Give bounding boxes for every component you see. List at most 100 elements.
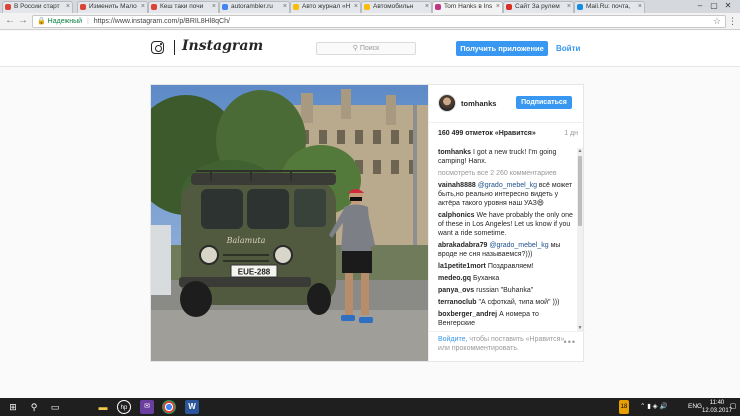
photo-scene: EUE-288 Balamuta [151,85,428,361]
tab-favicon-icon [364,4,370,10]
login-prompt-link[interactable]: Войдите, [438,336,467,343]
comment-username[interactable]: medeo.gq [438,275,471,282]
caption: tomhanks I got a new truck! I'm going ca… [438,148,576,166]
browser-menu-icon[interactable]: ⋮ [728,16,737,26]
search-icon: ⚲ [352,45,358,52]
get-app-button[interactable]: Получить приложение [456,41,548,56]
browser-tab[interactable]: Изменить Мало × [77,1,148,13]
comment: medeo.gq Буханка [438,274,576,283]
caption-username[interactable]: tomhanks [438,149,471,156]
windows-start-icon[interactable]: ⊞ [6,400,20,414]
comment-username[interactable]: panya_ovs [438,287,474,294]
comment: vainah8888 @grado_mebel_kg всё может быт… [438,181,576,208]
back-icon[interactable]: ← [5,15,15,27]
tab-label: Автомобильн [373,3,414,10]
likes-count[interactable]: 160 499 отметок «Нравится» [438,130,536,137]
maximize-icon[interactable]: ▢ [708,0,720,11]
tab-close-icon[interactable]: × [283,2,287,12]
comments-scrollbar[interactable]: ▲ ▼ [577,148,583,331]
tab-label: Mail.Ru: почта, [586,3,631,10]
app-icon[interactable]: ✉ [140,400,154,414]
van-script-text: Balamuta [226,236,266,245]
tab-close-icon[interactable]: × [425,2,429,12]
tab-close-icon[interactable]: × [141,2,145,12]
search-placeholder: Поиск [359,45,380,52]
comment: terranoclub "А сфоткай, типа мой" ))) [438,298,576,307]
instagram-camera-icon[interactable] [151,41,164,54]
action-center-icon[interactable]: ▢ [728,400,738,414]
comment-text: "А сфоткай, типа мой" ))) [478,299,560,306]
post-author-header: tomhanks Подписаться [429,85,585,123]
tab-label: В России старт [14,3,60,10]
comment: abrakadabra79 @grado_mebel_kg мы вроде н… [438,241,576,259]
scrollbar-thumb[interactable] [578,156,582,226]
chrome-icon[interactable] [162,400,176,414]
browser-tab[interactable]: Сайт За рулем × [503,1,574,13]
comments-list[interactable]: tomhanks I got a new truck! I'm going ca… [438,148,576,331]
comment-username[interactable]: terranoclub [438,299,477,306]
post-card: EUE-288 Balamuta tomhanks Подписаться 16… [150,84,585,362]
search-input[interactable]: ⚲ Поиск [316,42,416,55]
minimize-icon[interactable]: – [694,0,706,11]
avatar[interactable] [438,94,456,112]
post-time[interactable]: 1 дн [564,130,578,137]
post-photo[interactable]: EUE-288 Balamuta [151,85,428,361]
comment-mention[interactable]: @grado_mebel_kg [489,242,548,249]
bookmark-star-icon[interactable]: ☆ [713,16,721,27]
browser-tab[interactable]: Tom Hanks в Ins × [432,1,503,13]
tab-favicon-icon [80,4,86,10]
secure-label: Надежный [47,18,83,25]
scroll-up-icon[interactable]: ▲ [577,148,583,154]
comment-username[interactable]: boxberger_andrej [438,311,497,318]
browser-tab[interactable]: В России старт × [2,1,73,13]
separator: | [86,18,89,25]
close-window-icon[interactable]: ✕ [722,0,734,11]
browser-tab[interactable]: Автомобильн × [361,1,432,13]
tab-label: autorambler.ru [231,3,273,10]
instagram-header: Instagram ⚲ Поиск Получить приложение Во… [0,31,740,67]
task-view-icon[interactable]: ▭ [48,400,62,414]
tray-icons[interactable]: ⌃ ▮ ◈ 🔊 [640,398,668,416]
tab-label: Сайт За рулем [515,3,560,10]
lock-icon: 🔒 [37,18,46,25]
tab-close-icon[interactable]: × [354,2,358,12]
file-explorer-icon[interactable]: ▬ [96,400,110,414]
word-icon[interactable]: W [185,400,199,414]
forward-icon[interactable]: → [18,15,28,27]
comment: boxberger_andrej А номера то Венгерские [438,310,576,328]
tab-label: Кеш таки почи [160,3,204,10]
logo-divider [174,40,175,55]
comment-username[interactable]: abrakadabra79 [438,242,487,249]
comment-username[interactable]: la1petite1mort [438,263,486,270]
more-options-icon[interactable]: ••• [564,338,576,347]
comment-mention[interactable]: @grado_mebel_kg [478,182,537,189]
tab-close-icon[interactable]: × [66,2,70,12]
tab-close-icon[interactable]: × [638,2,642,12]
post-sidebar: tomhanks Подписаться 160 499 отметок «Нр… [428,85,585,361]
browser-tab[interactable]: Авто журнал «Н × [290,1,361,13]
url-input[interactable]: 🔒 Надежный | https://www.instagram.com/p… [32,15,726,28]
author-username[interactable]: tomhanks [461,99,496,108]
language-indicator[interactable]: ENG [688,398,702,416]
tab-close-icon[interactable]: × [212,2,216,12]
browser-tab[interactable]: Mail.Ru: почта, × [574,1,645,13]
browser-tab[interactable]: autorambler.ru × [219,1,290,13]
follow-button[interactable]: Подписаться [516,96,572,109]
tab-favicon-icon [506,4,512,10]
search-icon[interactable]: ⚲ [27,400,41,414]
tab-label: Изменить Мало [89,3,137,10]
browser-tab[interactable]: Кеш таки почи × [148,1,219,13]
comment-username[interactable]: calphonics [438,212,475,219]
tab-close-icon[interactable]: × [496,2,500,12]
tab-close-icon[interactable]: × [567,2,571,12]
license-plate-text: EUE-288 [238,268,271,277]
hp-icon[interactable]: hp [117,400,131,414]
notification-badge[interactable]: 18 [619,400,629,414]
likes-row: 160 499 отметок «Нравится» 1 дн [438,130,578,137]
tab-favicon-icon [577,4,583,10]
instagram-wordmark[interactable]: Instagram [182,38,263,54]
view-all-comments-link[interactable]: посмотреть все 2 260 комментариев [438,169,576,178]
login-link[interactable]: Войти [556,42,580,55]
comment-username[interactable]: vainah8888 [438,182,476,189]
address-bar: ← → 🔒 Надежный | https://www.instagram.c… [0,13,740,30]
